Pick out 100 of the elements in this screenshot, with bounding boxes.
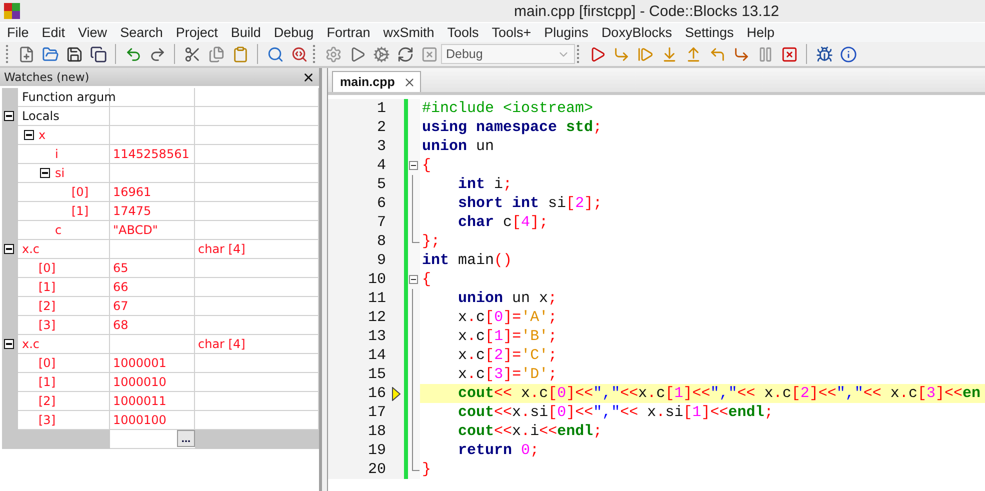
minus-icon	[6, 248, 12, 250]
collapse-toggle[interactable]	[4, 244, 14, 254]
code-line: x.c[2]='C';	[457, 346, 558, 365]
table-cell: 16961	[110, 183, 195, 202]
table-cell: 1000010	[110, 373, 195, 392]
watch-name: [0]	[72, 185, 88, 199]
code-line: cout<<x.i<<endl;	[457, 422, 604, 441]
line-number: 17	[328, 403, 392, 422]
table-cell: char [4]	[195, 335, 319, 354]
line-number: 8	[328, 232, 392, 251]
editor-tab[interactable]: main.cpp	[332, 71, 421, 92]
menu-item[interactable]: Build	[226, 25, 267, 40]
line-number: 15	[328, 365, 392, 384]
fold-end-line	[412, 232, 420, 243]
menu-item[interactable]: File	[3, 25, 35, 40]
table-cell: 66	[110, 278, 195, 297]
table-cell: "ABCD"	[110, 221, 195, 240]
menu-item[interactable]: wxSmith	[379, 25, 440, 40]
build-run-icon	[372, 46, 390, 62]
minus-icon	[42, 172, 48, 174]
save-all-icon	[90, 46, 106, 62]
line-number: 1	[328, 99, 392, 118]
watch-name: [1]	[72, 204, 88, 218]
new-file-icon	[18, 46, 34, 62]
toolbar-grip[interactable]	[577, 45, 580, 63]
bug-icon	[816, 46, 832, 62]
minus-icon	[6, 343, 12, 345]
table-cell: 68	[110, 316, 195, 335]
watch-name: Function argum	[22, 90, 116, 104]
menu-item[interactable]: Fortran	[322, 25, 376, 40]
collapse-toggle[interactable]	[4, 339, 14, 349]
fold-margin	[408, 99, 420, 118]
rebuild-icon	[396, 46, 414, 62]
line-number: 13	[328, 327, 392, 346]
table-cell: 67	[110, 297, 195, 316]
code-line: #include <iostream>	[421, 99, 594, 118]
code-line: x.c[1]='B';	[457, 327, 558, 346]
table-cell: 1000001	[110, 354, 195, 373]
toolbar-grip[interactable]	[313, 45, 316, 63]
menu-item[interactable]: Search	[116, 25, 169, 40]
next-line-icon	[636, 46, 654, 62]
gear-icon	[324, 46, 342, 62]
menu-item[interactable]: Edit	[38, 25, 72, 40]
menu-item[interactable]: Debug	[270, 25, 320, 40]
menu-item[interactable]: Project	[172, 25, 224, 40]
watch-name: [2]	[38, 394, 56, 408]
minus-icon	[26, 134, 32, 136]
undo-icon	[124, 46, 142, 62]
menu-item[interactable]: View	[74, 25, 114, 40]
close-icon[interactable]	[302, 70, 315, 84]
fold-toggle-icon[interactable]	[409, 275, 418, 284]
code-line: return 0;	[457, 441, 540, 460]
watch-name: [0]	[38, 261, 56, 275]
line-number: 5	[328, 175, 392, 194]
line-number: 18	[328, 422, 392, 441]
close-icon[interactable]	[402, 76, 416, 88]
tab-label: main.cpp	[340, 75, 395, 89]
table-cell: 1145258561	[110, 145, 195, 164]
watch-name: i	[55, 147, 58, 161]
code-line: int i;	[457, 175, 514, 194]
redo-icon	[148, 46, 166, 62]
fold-toggle-icon[interactable]	[409, 161, 418, 170]
menu-item[interactable]: Tools+	[488, 25, 538, 40]
code-line: char c[4];	[457, 213, 550, 232]
menu-item[interactable]: Settings	[680, 25, 740, 40]
table-cell: char [4]	[195, 240, 319, 259]
app-logo-icon	[4, 3, 20, 19]
collapse-toggle[interactable]	[4, 111, 14, 121]
table-cell: 1000011	[110, 392, 195, 411]
watch-name: [0]	[38, 356, 56, 370]
input-field[interactable]: ...	[110, 430, 195, 449]
code-line: union un	[421, 137, 496, 156]
watch-name: [1]	[38, 375, 56, 389]
fold-end-line	[412, 460, 420, 471]
code-line: {	[421, 156, 432, 175]
menu-item[interactable]: Tools	[443, 25, 485, 40]
collapse-toggle[interactable]	[40, 168, 50, 178]
code-line: cout<<x.si[0]<<","<< x.si[1]<<endl;	[457, 403, 774, 422]
code-line: union un x;	[457, 289, 558, 308]
watch-name: x.c	[22, 242, 40, 256]
panel-title: Watches (new)	[4, 70, 90, 84]
watch-name: Locals	[22, 109, 60, 123]
toolbar-grip[interactable]	[6, 45, 9, 63]
build-target-select[interactable]: Debug	[441, 44, 575, 64]
watch-name: [3]	[38, 318, 56, 332]
menu-item[interactable]: DoxyBlocks	[597, 25, 678, 40]
menu-item[interactable]: Help	[742, 25, 781, 40]
minus-icon	[6, 115, 12, 117]
browse-button[interactable]: ...	[177, 430, 195, 447]
code-line: };	[421, 232, 442, 251]
copy-icon	[208, 46, 224, 62]
collapse-toggle[interactable]	[24, 130, 34, 140]
watch-name: c	[55, 223, 62, 237]
line-number: 14	[328, 346, 392, 365]
code-line: short int si[2];	[457, 194, 604, 213]
watch-name: si	[55, 166, 65, 180]
line-number: 3	[328, 137, 392, 156]
save-icon	[66, 46, 82, 62]
menu-item[interactable]: Plugins	[540, 25, 594, 40]
line-number: 6	[328, 194, 392, 213]
